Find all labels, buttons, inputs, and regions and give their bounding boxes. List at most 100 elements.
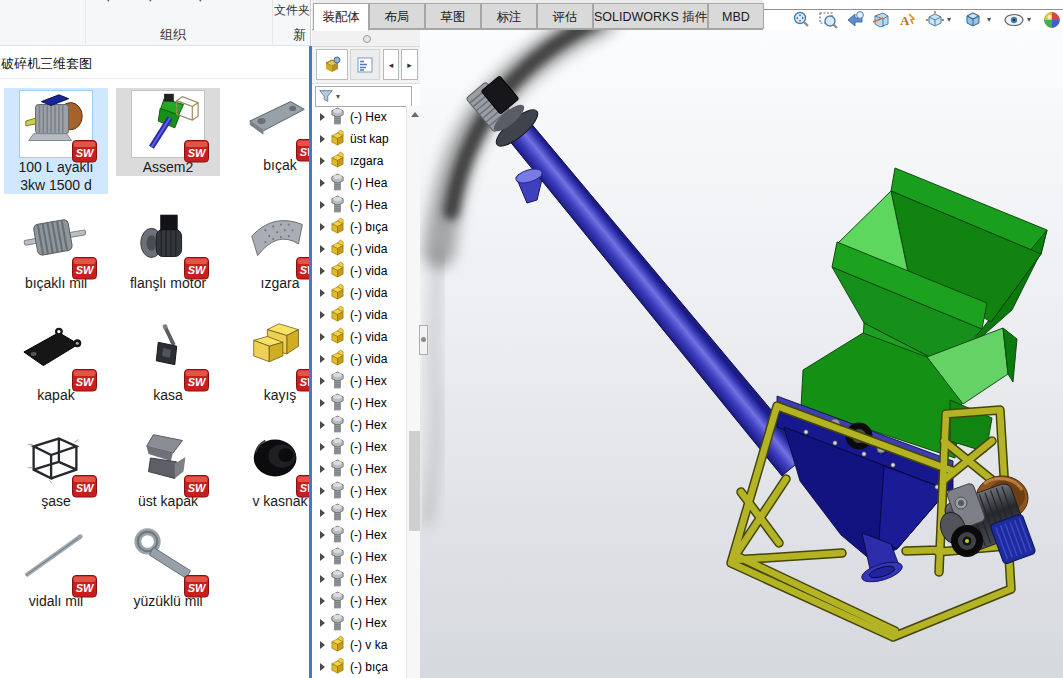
display-style-caret[interactable]: ▾ <box>987 15 991 24</box>
expand-arrow-icon[interactable] <box>320 179 325 187</box>
tree-item-13[interactable]: (-) Hex <box>312 370 421 392</box>
file-item-100-l-ayaklı-3kw-1500-d[interactable]: SW100 L ayaklı3kw 1500 d <box>4 88 108 194</box>
expand-arrow-icon[interactable] <box>320 443 325 451</box>
dropdown-caret-icon[interactable]: ▾ <box>148 0 153 4</box>
expand-arrow-icon[interactable] <box>320 399 325 407</box>
expand-arrow-icon[interactable] <box>320 355 325 363</box>
expand-arrow-icon[interactable] <box>320 553 325 561</box>
ribbon-tab-3[interactable]: 草图 <box>425 3 481 29</box>
tree-item-10[interactable]: (-) vida <box>312 304 421 326</box>
ribbon-tab-1[interactable]: 装配体 <box>313 3 369 31</box>
panel-splitter-handle[interactable] <box>419 325 428 355</box>
graphics-viewport[interactable] <box>420 30 1063 678</box>
expand-arrow-icon[interactable] <box>320 575 325 583</box>
expand-arrow-icon[interactable] <box>320 465 325 473</box>
expand-arrow-icon[interactable] <box>320 531 325 539</box>
view-orientation-caret[interactable]: ▾ <box>947 15 951 24</box>
organize-button[interactable]: 组织 <box>160 26 186 44</box>
expand-arrow-icon[interactable] <box>320 135 325 143</box>
expand-arrow-icon[interactable] <box>320 421 325 429</box>
tree-scroll-left-button[interactable]: ◂ <box>383 49 399 80</box>
view-orientation-icon[interactable] <box>924 10 946 31</box>
new-folder-button[interactable]: 新 <box>293 26 306 44</box>
file-item-flanşlı-motor[interactable]: SWflanşlı motor <box>116 206 220 292</box>
tree-item-3[interactable]: ızgara <box>312 150 421 172</box>
tree-item-26[interactable]: (-) bıça <box>312 656 421 678</box>
edit-appearance-icon[interactable] <box>1042 10 1063 31</box>
screw-conveyor[interactable] <box>466 76 808 476</box>
previous-view-icon[interactable] <box>845 10 867 31</box>
zoom-area-icon[interactable] <box>818 10 840 31</box>
tree-item-19[interactable]: (-) Hex <box>312 502 421 524</box>
tree-item-21[interactable]: (-) Hex <box>312 546 421 568</box>
tree-item-1[interactable]: (-) Hex <box>312 106 421 128</box>
ribbon-tab-5[interactable]: 评估 <box>537 3 593 29</box>
expand-arrow-icon[interactable] <box>320 487 325 495</box>
zoom-fit-icon[interactable] <box>791 10 813 31</box>
expand-arrow-icon[interactable] <box>320 311 325 319</box>
section-view-icon[interactable] <box>871 10 893 31</box>
file-item-bıçak[interactable]: SWbıçak <box>228 88 310 174</box>
expand-arrow-icon[interactable] <box>320 597 325 605</box>
filter-caret[interactable]: ▾ <box>336 92 340 101</box>
tree-item-9[interactable]: (-) vida <box>312 282 421 304</box>
tree-filter-box[interactable]: ▾ <box>315 86 412 107</box>
expand-arrow-icon[interactable] <box>320 223 325 231</box>
collapse-handle[interactable] <box>363 35 371 43</box>
expand-arrow-icon[interactable] <box>320 641 325 649</box>
file-item-vidalı-mil[interactable]: SWvidalı mil <box>4 524 108 610</box>
expand-arrow-icon[interactable] <box>320 663 325 671</box>
expand-arrow-icon[interactable] <box>320 157 325 165</box>
tree-item-8[interactable]: (-) vida <box>312 260 421 282</box>
expand-arrow-icon[interactable] <box>320 377 325 385</box>
tree-item-20[interactable]: (-) Hex <box>312 524 421 546</box>
file-item-assem2[interactable]: SWAssem2 <box>116 88 220 176</box>
file-item-kasa[interactable]: SWkasa <box>116 318 220 404</box>
tree-item-16[interactable]: (-) Hex <box>312 436 421 458</box>
tree-item-12[interactable]: (-) vida <box>312 348 421 370</box>
file-item-v-kasnak[interactable]: SWv kasnak <box>228 424 310 510</box>
tree-item-5[interactable]: (-) Hea <box>312 194 421 216</box>
tab-featuremanager[interactable] <box>316 49 348 80</box>
tree-item-6[interactable]: (-) bıça <box>312 216 421 238</box>
ribbon-tab-4[interactable]: 标注 <box>481 3 537 29</box>
expand-arrow-icon[interactable] <box>320 245 325 253</box>
expand-arrow-icon[interactable] <box>320 509 325 517</box>
tree-item-22[interactable]: (-) Hex <box>312 568 421 590</box>
scrollbar-thumb[interactable] <box>409 431 420 531</box>
display-style-icon[interactable] <box>963 10 985 31</box>
file-item-üst-kapak[interactable]: SWüst kapak <box>116 424 220 510</box>
tree-item-14[interactable]: (-) Hex <box>312 392 421 414</box>
dropdown-caret-icon[interactable]: ▾ <box>198 0 203 4</box>
crusher-hopper[interactable] <box>801 168 1047 458</box>
file-item-kapak[interactable]: SWkapak <box>4 318 108 404</box>
tab-propertymanager[interactable] <box>350 49 380 80</box>
scroll-up-arrow[interactable] <box>411 112 419 117</box>
tree-item-17[interactable]: (-) Hex <box>312 458 421 480</box>
tree-item-2[interactable]: üst kap <box>312 128 421 150</box>
ribbon-tab-7[interactable]: MBD <box>708 3 764 29</box>
tree-item-24[interactable]: (-) Hex <box>312 612 421 634</box>
expand-arrow-icon[interactable] <box>320 619 325 627</box>
file-item-şase[interactable]: SWşase <box>4 424 108 510</box>
tree-scroll-right-button[interactable]: ▸ <box>401 49 418 80</box>
tree-item-23[interactable]: (-) Hex <box>312 590 421 612</box>
tree-item-18[interactable]: (-) Hex <box>312 480 421 502</box>
tree-item-4[interactable]: (-) Hea <box>312 172 421 194</box>
ribbon-tab-2[interactable]: 布局 <box>369 3 425 29</box>
expand-arrow-icon[interactable] <box>320 333 325 341</box>
file-item-ızgara[interactable]: SWızgara <box>228 206 310 292</box>
annotation-visibility-icon[interactable]: A <box>897 10 919 31</box>
dropdown-caret-icon[interactable]: ▾ <box>106 0 111 4</box>
expand-arrow-icon[interactable] <box>320 113 325 121</box>
tree-item-11[interactable]: (-) vida <box>312 326 421 348</box>
ribbon-tab-6[interactable]: SOLIDWORKS 插件 <box>593 3 708 29</box>
hide-show-caret[interactable]: ▾ <box>1027 15 1031 24</box>
tree-item-15[interactable]: (-) Hex <box>312 414 421 436</box>
file-item-kayış[interactable]: SWkayış <box>228 318 310 404</box>
file-item-yüzüklü-mil[interactable]: SWyüzüklü mil <box>116 524 220 610</box>
expand-arrow-icon[interactable] <box>320 201 325 209</box>
tree-item-25[interactable]: (-) v ka <box>312 634 421 656</box>
expand-arrow-icon[interactable] <box>320 289 325 297</box>
tree-item-7[interactable]: (-) vida <box>312 238 421 260</box>
